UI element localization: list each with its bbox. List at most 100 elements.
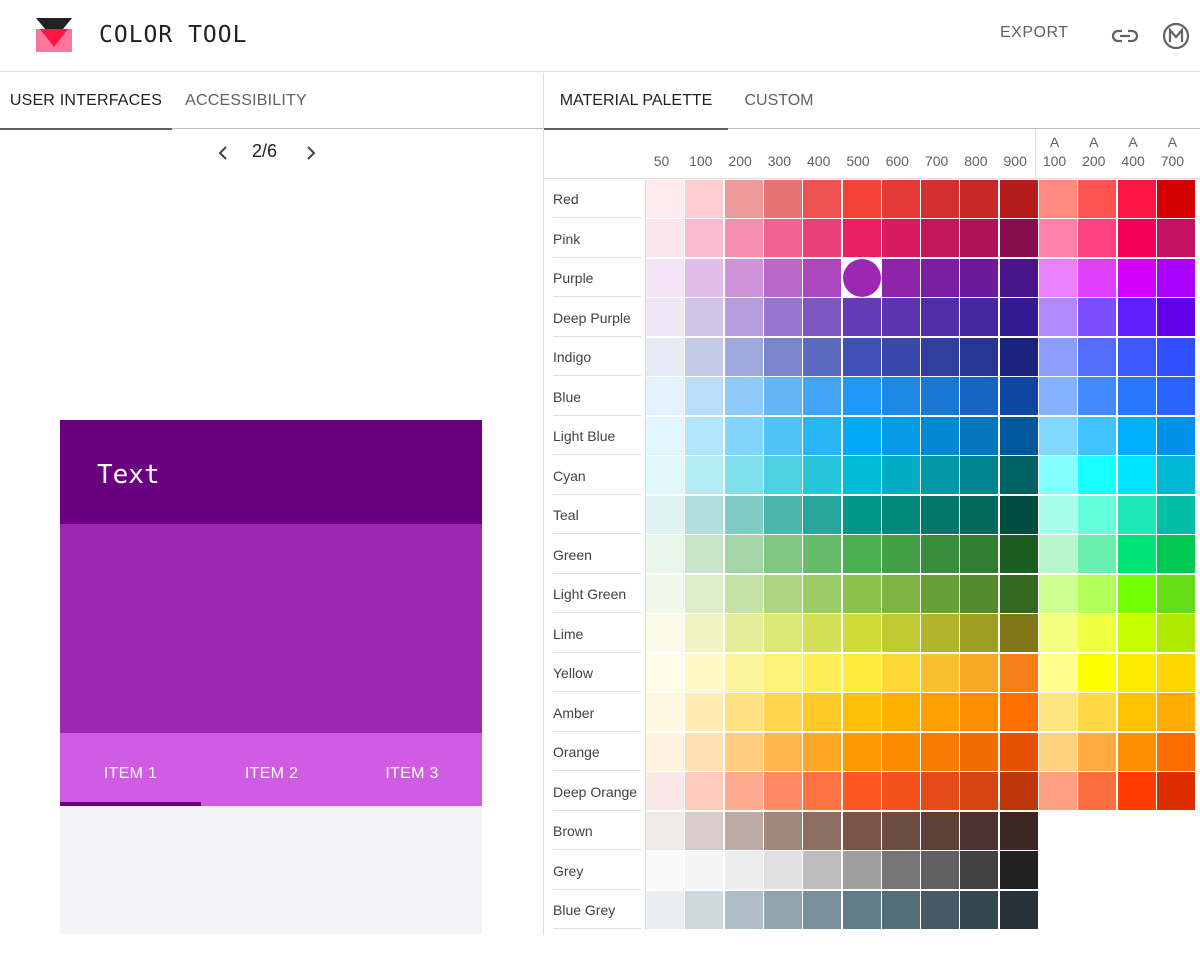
- color-swatch[interactable]: [1039, 653, 1077, 692]
- color-swatch[interactable]: [646, 337, 684, 376]
- color-swatch[interactable]: [1117, 337, 1156, 376]
- color-swatch[interactable]: [999, 890, 1038, 929]
- color-swatch[interactable]: [646, 377, 684, 415]
- color-swatch[interactable]: [1156, 179, 1195, 218]
- preview-tab-item-3[interactable]: ITEM 3: [342, 733, 482, 806]
- color-swatch[interactable]: [1039, 693, 1077, 731]
- color-swatch[interactable]: [960, 179, 999, 218]
- color-swatch[interactable]: [763, 653, 802, 692]
- color-swatch[interactable]: [1078, 337, 1117, 376]
- color-swatch[interactable]: [803, 258, 842, 297]
- color-swatch[interactable]: [1117, 772, 1156, 810]
- color-swatch[interactable]: [724, 574, 763, 613]
- color-swatch[interactable]: [1039, 377, 1077, 415]
- color-swatch[interactable]: [960, 772, 999, 810]
- color-swatch[interactable]: [842, 574, 881, 613]
- color-swatch[interactable]: [803, 495, 842, 534]
- color-swatch[interactable]: [960, 298, 999, 336]
- color-swatch[interactable]: [763, 416, 802, 455]
- color-swatch[interactable]: [646, 456, 684, 494]
- color-swatch[interactable]: [763, 890, 802, 929]
- color-swatch[interactable]: [803, 179, 842, 218]
- color-swatch[interactable]: [803, 377, 842, 415]
- color-swatch[interactable]: [921, 456, 960, 494]
- color-swatch[interactable]: [1117, 535, 1156, 573]
- color-swatch[interactable]: [646, 811, 684, 850]
- color-swatch[interactable]: [921, 851, 960, 889]
- color-swatch[interactable]: [999, 693, 1038, 731]
- tab-user-interfaces[interactable]: USER INTERFACES: [0, 73, 172, 130]
- color-swatch[interactable]: [763, 298, 802, 336]
- palette-row-label[interactable]: Blue Grey: [553, 890, 641, 929]
- color-swatch[interactable]: [960, 258, 999, 297]
- color-swatch[interactable]: [921, 653, 960, 692]
- color-swatch[interactable]: [1156, 337, 1195, 376]
- color-swatch[interactable]: [1078, 219, 1117, 257]
- color-swatch[interactable]: [685, 416, 724, 455]
- chevron-left-icon[interactable]: [214, 144, 232, 162]
- color-swatch[interactable]: [1078, 179, 1117, 218]
- color-swatch[interactable]: [999, 851, 1038, 889]
- color-swatch[interactable]: [1078, 653, 1117, 692]
- color-swatch[interactable]: [685, 337, 724, 376]
- color-swatch[interactable]: [1156, 653, 1195, 692]
- color-swatch[interactable]: [724, 851, 763, 889]
- color-swatch[interactable]: [685, 495, 724, 534]
- color-swatch[interactable]: [685, 377, 724, 415]
- color-swatch[interactable]: [881, 732, 920, 771]
- color-swatch[interactable]: [1117, 298, 1156, 336]
- color-swatch[interactable]: [921, 890, 960, 929]
- color-swatch[interactable]: [999, 614, 1038, 652]
- color-swatch[interactable]: [1156, 298, 1195, 336]
- color-swatch[interactable]: [763, 732, 802, 771]
- palette-row-label[interactable]: Light Green: [553, 574, 641, 613]
- palette-row-label[interactable]: Orange: [553, 732, 641, 771]
- palette-row-label[interactable]: Brown: [553, 811, 641, 850]
- color-swatch[interactable]: [881, 574, 920, 613]
- color-swatch[interactable]: [646, 219, 684, 257]
- color-swatch[interactable]: [1156, 219, 1195, 257]
- color-swatch[interactable]: [803, 535, 842, 573]
- preview-tab-item-1[interactable]: ITEM 1: [60, 733, 201, 806]
- color-swatch[interactable]: [921, 219, 960, 257]
- color-swatch[interactable]: [1156, 574, 1195, 613]
- color-swatch[interactable]: [1039, 416, 1077, 455]
- color-swatch[interactable]: [921, 298, 960, 336]
- color-swatch[interactable]: [842, 456, 881, 494]
- color-swatch[interactable]: [1078, 732, 1117, 771]
- color-swatch[interactable]: [685, 614, 724, 652]
- color-swatch[interactable]: [803, 416, 842, 455]
- color-swatch[interactable]: [685, 851, 724, 889]
- color-swatch[interactable]: [646, 732, 684, 771]
- color-swatch[interactable]: [1078, 416, 1117, 455]
- color-swatch[interactable]: [881, 495, 920, 534]
- color-swatch[interactable]: [685, 535, 724, 573]
- color-swatch[interactable]: [842, 732, 881, 771]
- color-swatch[interactable]: [1039, 337, 1077, 376]
- color-swatch[interactable]: [1039, 298, 1077, 336]
- color-swatch[interactable]: [763, 811, 802, 850]
- color-swatch[interactable]: [646, 653, 684, 692]
- color-swatch[interactable]: [646, 574, 684, 613]
- color-swatch[interactable]: [685, 574, 724, 613]
- color-swatch[interactable]: [646, 298, 684, 336]
- color-swatch[interactable]: [685, 693, 724, 731]
- color-swatch[interactable]: [881, 851, 920, 889]
- color-swatch[interactable]: [921, 535, 960, 573]
- color-swatch[interactable]: [1039, 495, 1077, 534]
- color-swatch[interactable]: [1117, 179, 1156, 218]
- material-m-icon[interactable]: [1162, 22, 1190, 50]
- color-swatch[interactable]: [763, 535, 802, 573]
- color-swatch[interactable]: [1078, 614, 1117, 652]
- link-icon[interactable]: [1111, 24, 1139, 48]
- color-swatch[interactable]: [1156, 456, 1195, 494]
- color-swatch[interactable]: [724, 653, 763, 692]
- color-swatch[interactable]: [842, 298, 881, 336]
- color-swatch[interactable]: [1078, 574, 1117, 613]
- color-swatch[interactable]: [842, 495, 881, 534]
- chevron-right-icon[interactable]: [302, 144, 320, 162]
- color-swatch[interactable]: [960, 811, 999, 850]
- color-swatch[interactable]: [1156, 772, 1195, 810]
- color-swatch[interactable]: [763, 456, 802, 494]
- tab-material-palette[interactable]: MATERIAL PALETTE: [544, 73, 728, 130]
